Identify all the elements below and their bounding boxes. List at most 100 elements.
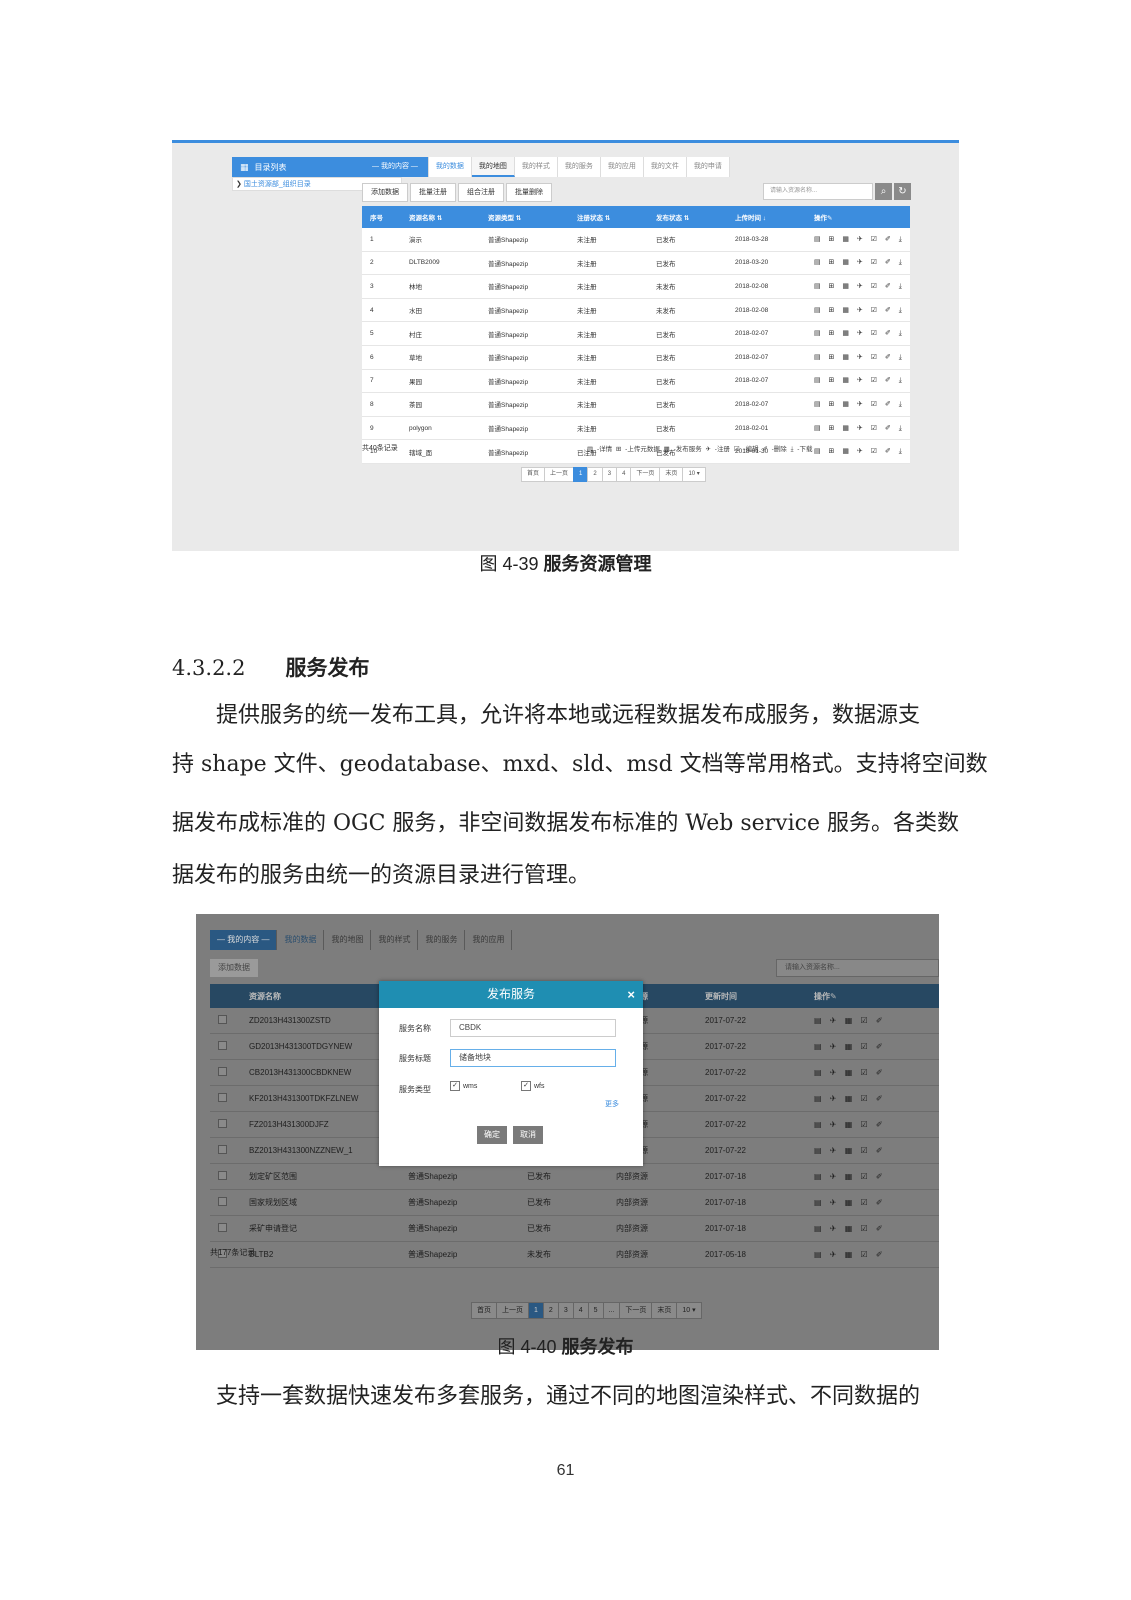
row-action-icons[interactable]: ▤ ⊞ ▦ ✈ ☑ ✐ ⤓ xyxy=(806,228,910,252)
row-checkbox[interactable] xyxy=(210,1215,241,1242)
service-title-input[interactable]: 储备地块 xyxy=(450,1049,616,1067)
wfs-checkbox[interactable]: ✓ wfs xyxy=(521,1081,545,1091)
pager-item[interactable]: 1 xyxy=(528,1302,544,1319)
refresh-icon[interactable]: ↻ xyxy=(894,183,911,200)
row-action-icons[interactable]: ▤ ⊞ ▦ ✈ ☑ ✐ ⤓ xyxy=(806,298,910,323)
table-cell: 普通Shapezip xyxy=(480,228,569,252)
pager-item[interactable]: ... xyxy=(602,1302,621,1319)
service-name-input[interactable]: CBDK xyxy=(450,1019,616,1037)
row-action-icons[interactable]: ▤ ✈ ▦ ☑ ✐ xyxy=(806,1033,939,1060)
combined-register-button[interactable]: 组合注册 xyxy=(458,183,504,202)
tab-my-style[interactable]: 我的样式 xyxy=(515,157,558,177)
search-input[interactable]: 请输入资源名称... xyxy=(776,959,939,977)
tab-my-file[interactable]: 我的文件 xyxy=(644,157,687,177)
col-name[interactable]: 资源名称 ⇅ xyxy=(401,206,480,228)
pager-item[interactable]: 2 xyxy=(542,1302,559,1319)
row-action-icons[interactable]: ▤ ⊞ ▦ ✈ ☑ ✐ ⤓ xyxy=(806,439,910,464)
search-input[interactable]: 请输入资源名称... xyxy=(763,183,873,200)
tab-my-content[interactable]: — 我的内容 — xyxy=(362,157,429,177)
table-cell: 已发布 xyxy=(648,228,727,252)
col-register[interactable]: 注册状态 ⇅ xyxy=(569,206,648,228)
table-row: 9 polygon 普通Shapezip 未注册 已发布 2018-02-01 ▤ ⊞ ▦ … xyxy=(362,416,910,441)
row-checkbox[interactable] xyxy=(210,1111,241,1138)
table-cell: 2017-07-22 xyxy=(697,1008,806,1034)
tab-my-map[interactable]: 我的地图 xyxy=(471,157,515,177)
pager-item[interactable]: 3 xyxy=(557,1302,574,1319)
pager-item[interactable]: 10 ▾ xyxy=(682,467,706,482)
row-action-icons[interactable]: ▤ ✈ ▦ ☑ ✐ xyxy=(806,1163,939,1190)
section-title: 服务发布 xyxy=(285,655,370,680)
row-checkbox[interactable] xyxy=(210,1059,241,1086)
add-data-button[interactable]: 添加数据 xyxy=(362,183,408,202)
table-cell: 1 xyxy=(362,228,401,252)
add-data-button[interactable]: 添加数据 xyxy=(210,959,258,977)
tab-my-data[interactable]: 我的数据 xyxy=(429,157,472,177)
close-icon[interactable]: × xyxy=(627,981,635,1008)
row-action-icons[interactable]: ▤ ✈ ▦ ☑ ✐ xyxy=(806,1085,939,1112)
row-action-icons[interactable]: ▤ ⊞ ▦ ✈ ☑ ✐ ⤓ xyxy=(806,321,910,346)
tab-my-apply[interactable]: 我的申请 xyxy=(687,157,730,177)
row-action-icons[interactable]: ▤ ⊞ ▦ ✈ ☑ ✐ ⤓ xyxy=(806,251,910,276)
pager-item[interactable]: 1 xyxy=(573,467,589,482)
tab-my-app[interactable]: 我的应用 xyxy=(601,157,644,177)
row-action-icons[interactable]: ▤ ✈ ▦ ☑ ✐ xyxy=(806,1189,939,1216)
col-publish[interactable]: 发布状态 ⇅ xyxy=(648,206,727,228)
cancel-button[interactable]: 取消 xyxy=(513,1126,543,1144)
pager-item[interactable]: 10 ▾ xyxy=(676,1302,702,1319)
tab-my-content[interactable]: — 我的内容 — xyxy=(210,930,278,950)
col-upload-time[interactable]: 上传时间 ↓ xyxy=(727,206,806,228)
col-type[interactable]: 资源类型 ⇅ xyxy=(480,206,569,228)
table-cell: 普通Shapezip xyxy=(480,345,569,370)
pager-item[interactable]: 上一页 xyxy=(544,467,575,482)
row-checkbox[interactable] xyxy=(210,1085,241,1112)
row-action-icons[interactable]: ▤ ⊞ ▦ ✈ ☑ ✐ ⤓ xyxy=(806,416,910,441)
batch-register-button[interactable]: 批量注册 xyxy=(410,183,456,202)
row-action-icons[interactable]: ▤ ✈ ▦ ☑ ✐ xyxy=(806,1111,939,1138)
search-icon[interactable]: ⌕ xyxy=(875,183,892,200)
row-checkbox[interactable] xyxy=(210,1008,241,1034)
pager-item[interactable]: 末页 xyxy=(659,467,684,482)
pager-item[interactable]: 3 xyxy=(601,467,618,482)
table-cell: 内部资源 xyxy=(608,1163,697,1190)
ops-legend: ▤ -详情 ⊞ -上传元数据 ▦ -发布服务 ✈ -注册 ☑ -编辑 ✐ -删除… xyxy=(587,446,813,453)
col-index[interactable]: 序号 xyxy=(362,206,401,228)
tab-my-service[interactable]: 我的服务 xyxy=(418,930,466,950)
tab-my-data[interactable]: 我的数据 xyxy=(277,930,325,950)
table-cell: 未注册 xyxy=(569,345,648,370)
pager-item[interactable]: 5 xyxy=(587,1302,604,1319)
row-checkbox[interactable] xyxy=(210,1137,241,1164)
pager-item[interactable]: 4 xyxy=(616,467,632,482)
row-action-icons[interactable]: ▤ ✈ ▦ ☑ ✐ xyxy=(806,1215,939,1242)
pager-item[interactable]: 首页 xyxy=(521,467,546,482)
row-action-icons[interactable]: ▤ ⊞ ▦ ✈ ☑ ✐ ⤓ xyxy=(806,369,910,394)
table-cell: 演示 xyxy=(401,228,480,252)
row-action-icons[interactable]: ▤ ✈ ▦ ☑ ✐ xyxy=(806,1241,939,1268)
wms-checkbox[interactable]: ✓ wms xyxy=(450,1081,477,1091)
tab-my-map[interactable]: 我的地图 xyxy=(324,930,372,950)
confirm-button[interactable]: 确定 xyxy=(477,1126,507,1144)
pager-item[interactable]: 末页 xyxy=(651,1302,678,1319)
pager-item[interactable]: 首页 xyxy=(471,1302,497,1319)
tab-my-service[interactable]: 我的服务 xyxy=(558,157,601,177)
row-action-icons[interactable]: ▤ ✈ ▦ ☑ ✐ xyxy=(806,1008,939,1034)
more-link[interactable]: 更多 xyxy=(605,1099,619,1109)
batch-delete-button[interactable]: 批量删除 xyxy=(506,183,552,202)
row-action-icons[interactable]: ▤ ✈ ▦ ☑ ✐ xyxy=(806,1137,939,1164)
row-checkbox[interactable] xyxy=(210,1189,241,1216)
pager-item[interactable]: 下一页 xyxy=(630,467,661,482)
tab-my-app[interactable]: 我的应用 xyxy=(465,930,513,950)
wms-label: wms xyxy=(463,1082,478,1090)
table-row: 采矿申请登记 普通Shapezip 已发布 内部资源 2017-07-18 ▤ ✈ ▦ ☑… xyxy=(210,1215,939,1242)
pager-item[interactable]: 下一页 xyxy=(619,1302,653,1319)
tab-my-style[interactable]: 我的样式 xyxy=(371,930,419,950)
pager-item[interactable]: 2 xyxy=(587,467,603,482)
row-checkbox[interactable] xyxy=(210,1033,241,1060)
row-action-icons[interactable]: ▤ ⊞ ▦ ✈ ☑ ✐ ⤓ xyxy=(806,345,910,370)
row-checkbox[interactable] xyxy=(210,1163,241,1190)
table-cell: 已发布 xyxy=(519,1189,608,1216)
row-action-icons[interactable]: ▤ ✈ ▦ ☑ ✐ xyxy=(806,1059,939,1086)
pager-item[interactable]: 上一页 xyxy=(496,1302,529,1319)
pager-item[interactable]: 4 xyxy=(572,1302,589,1319)
row-action-icons[interactable]: ▤ ⊞ ▦ ✈ ☑ ✐ ⤓ xyxy=(806,392,910,417)
row-action-icons[interactable]: ▤ ⊞ ▦ ✈ ☑ ✐ ⤓ xyxy=(806,274,910,299)
